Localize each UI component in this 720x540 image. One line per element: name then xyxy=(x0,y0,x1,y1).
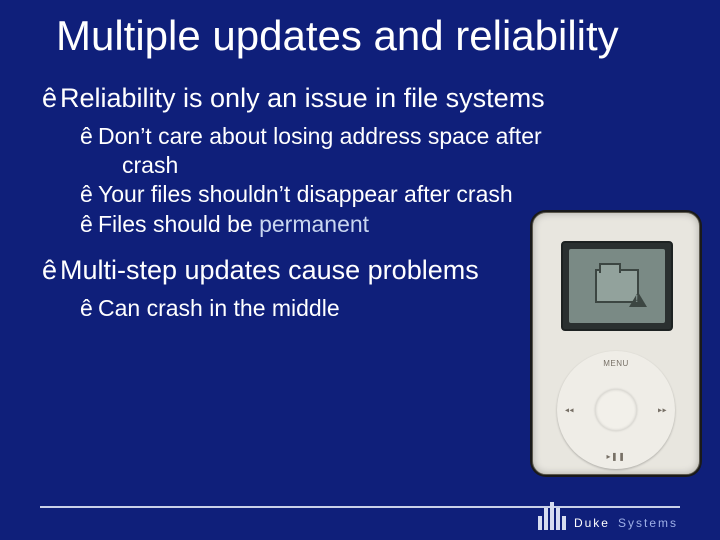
brand-word-2: Systems xyxy=(618,516,678,530)
bullet-glyph: ê xyxy=(80,294,98,323)
wheel-menu-label: MENU xyxy=(603,359,629,368)
brand-logo-icon xyxy=(538,502,566,530)
wheel-play-icon: ▸❚❚ xyxy=(607,452,626,461)
bullet-text: Multi-step updates cause problems xyxy=(60,255,479,285)
bullet-continuation: crash xyxy=(80,151,700,180)
bullet-text: Don’t care about losing address space af… xyxy=(98,123,542,149)
device-screen xyxy=(569,249,665,323)
slide-title: Multiple updates and reliability xyxy=(0,0,720,67)
bullet-glyph: ê xyxy=(80,122,98,151)
bullet-glyph: ê xyxy=(42,81,60,116)
bullet-glyph: ê xyxy=(80,180,98,209)
bullet-level2: êDon’t care about losing address space a… xyxy=(80,122,720,181)
device-screen-bezel xyxy=(561,241,673,331)
bullet-glyph: ê xyxy=(42,253,60,288)
bullet-level2: êYour files shouldn’t disappear after cr… xyxy=(80,180,720,209)
wheel-prev-icon: ◂◂ xyxy=(565,406,574,415)
bullet-text: Your files shouldn’t disappear after cra… xyxy=(98,181,513,207)
device-image: MENU ◂◂ ▸▸ ▸❚❚ xyxy=(532,212,700,475)
brand-block: Duke Systems xyxy=(538,502,678,530)
bullet-glyph: ê xyxy=(80,210,98,239)
bullet-text: Reliability is only an issue in file sys… xyxy=(60,83,545,113)
bullet-level1: êReliability is only an issue in file sy… xyxy=(42,81,720,116)
brand-word-1: Duke xyxy=(574,516,610,530)
highlight-word: permanent xyxy=(259,211,369,237)
wheel-center-button xyxy=(595,389,637,431)
warning-icon xyxy=(629,292,647,307)
wheel-next-icon: ▸▸ xyxy=(658,406,667,415)
bullet-text: Files should be xyxy=(98,211,259,237)
device-wheel: MENU ◂◂ ▸▸ ▸❚❚ xyxy=(557,351,675,469)
bullet-text: Can crash in the middle xyxy=(98,295,340,321)
